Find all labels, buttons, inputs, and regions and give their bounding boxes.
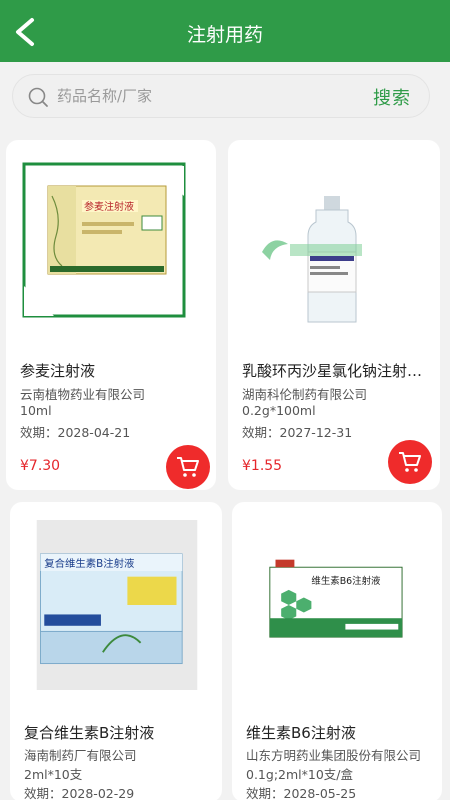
app-header: 注射用药 <box>0 0 450 62</box>
product-expiry: 效期：2028-04-21 <box>20 425 131 440</box>
product-card[interactable]: 复合维生素B注射液 复合维生素B注射液 海南制药厂有限公司 2ml*10支 效期… <box>10 502 222 800</box>
add-to-cart-button[interactable] <box>388 440 432 484</box>
page-title: 注射用药 <box>186 24 263 46</box>
add-to-cart-button[interactable] <box>166 445 210 489</box>
product-manufacturer: 湖南科伦制药有限公司 <box>242 387 368 402</box>
cart-icon <box>399 452 421 472</box>
search-bar: 搜索 <box>12 74 430 118</box>
product-manufacturer: 云南植物药业有限公司 <box>20 387 146 402</box>
product-price: ¥7.30 <box>20 458 61 474</box>
product-spec: 10ml <box>20 403 52 418</box>
product-name: 维生素B6注射液 <box>246 724 356 742</box>
product-name: 复合维生素B注射液 <box>24 724 155 742</box>
image-brand-text: 复合维生素B注射液 <box>44 557 134 570</box>
product-expiry: 效期：2027-12-31 <box>242 425 353 440</box>
product-name: 乳酸环丙沙星氯化钠注射液... <box>242 362 432 380</box>
product-card[interactable]: 乳酸环丙沙星氯化钠注射液... 湖南科伦制药有限公司 0.2g*100ml 效期… <box>228 140 440 490</box>
product-spec: 0.2g*100ml <box>242 403 316 418</box>
product-price: ¥1.55 <box>242 458 283 474</box>
product-card[interactable]: 参麦注射液 参麦注射液 云南植物药业有限公司 10ml 效期：2028-04-2… <box>6 140 216 490</box>
search-input[interactable] <box>57 81 357 111</box>
cart-icon <box>177 457 199 477</box>
search-icon <box>28 87 48 107</box>
product-name: 参麦注射液 <box>20 362 96 380</box>
product-spec: 2ml*10支 <box>24 767 83 782</box>
product-manufacturer: 海南制药厂有限公司 <box>24 748 137 763</box>
product-image: 复合维生素B注射液 <box>36 520 198 690</box>
search-button[interactable]: 搜索 <box>373 84 411 110</box>
image-brand-text: 维生素B6注射液 <box>311 575 381 587</box>
product-expiry: 效期：2028-02-29 <box>24 786 135 800</box>
product-image: 维生素B6注射液 <box>254 520 416 690</box>
product-image: 参麦注射液 <box>22 156 192 336</box>
product-manufacturer: 山东方明药业集团股份有限公司 <box>246 748 422 763</box>
product-spec: 0.1g;2ml*10支/盒 <box>246 767 353 782</box>
product-image <box>244 156 414 336</box>
product-card[interactable]: 维生素B6注射液 维生素B6注射液 山东方明药业集团股份有限公司 0.1g;2m… <box>232 502 442 800</box>
image-brand-text: 参麦注射液 <box>84 200 134 213</box>
product-expiry: 效期：2028-05-25 <box>246 786 357 800</box>
